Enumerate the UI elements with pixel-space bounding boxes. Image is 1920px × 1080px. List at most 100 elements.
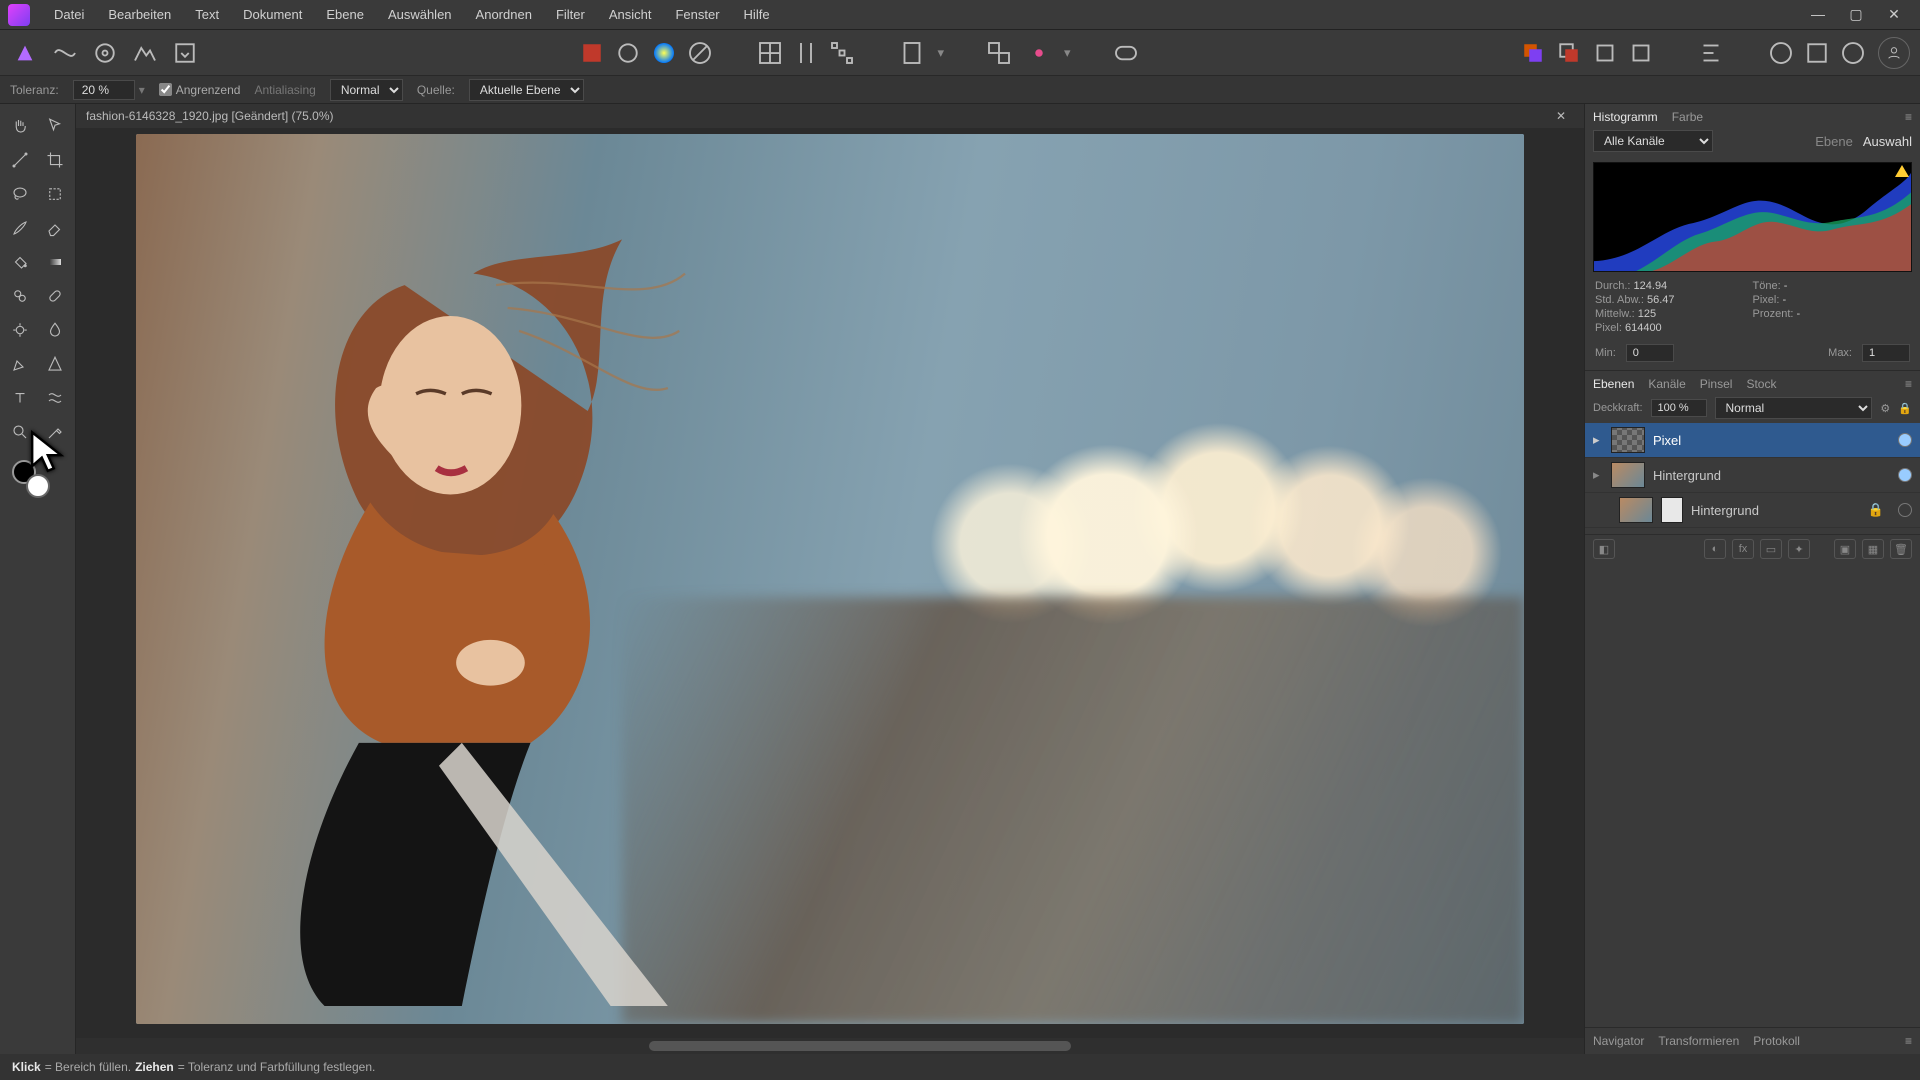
gear-icon[interactable]: ⚙ <box>1880 402 1890 415</box>
text-icon[interactable] <box>4 382 37 414</box>
doc-setup-icon[interactable] <box>897 38 927 68</box>
swatch-stroke-icon[interactable] <box>613 38 643 68</box>
layer-name[interactable]: Pixel <box>1653 433 1681 448</box>
dodge-icon[interactable] <box>4 314 37 346</box>
menu-datei[interactable]: Datei <box>42 0 96 30</box>
source-select[interactable]: Aktuelle Ebene <box>469 79 584 101</box>
add-adjust-icon[interactable]: ◐ <box>1704 539 1726 559</box>
picker-icon[interactable] <box>39 416 72 448</box>
layer-blend-select[interactable]: Normal <box>1715 397 1873 419</box>
account-icon[interactable] <box>1878 37 1910 69</box>
menu-filter[interactable]: Filter <box>544 0 597 30</box>
delete-icon[interactable]: 🗑 <box>1890 539 1912 559</box>
layer-row[interactable]: ▸ Pixel <box>1585 423 1920 458</box>
clone-icon[interactable] <box>4 280 37 312</box>
visibility-toggle-icon[interactable] <box>1898 433 1912 447</box>
background-swatch[interactable] <box>26 474 50 498</box>
minimize-icon[interactable]: — <box>1804 6 1832 23</box>
mode-layer-label[interactable]: Ebene <box>1815 134 1853 149</box>
tab-layers[interactable]: Ebenen <box>1593 377 1634 391</box>
visibility-toggle-icon[interactable] <box>1898 468 1912 482</box>
fill-icon[interactable] <box>4 246 37 278</box>
add-mask-icon[interactable]: ▭ <box>1760 539 1782 559</box>
help-icon[interactable] <box>1838 38 1868 68</box>
snap-grid-icon[interactable] <box>755 38 785 68</box>
lasso-icon[interactable] <box>4 178 37 210</box>
blur-icon[interactable] <box>39 314 72 346</box>
gradient-icon[interactable] <box>39 246 72 278</box>
tab-history[interactable]: Protokoll <box>1753 1034 1800 1048</box>
duplicate-icon[interactable] <box>1554 38 1584 68</box>
document-image[interactable] <box>136 134 1524 1024</box>
marquee-icon[interactable] <box>39 178 72 210</box>
maximize-icon[interactable]: ▢ <box>1842 6 1870 23</box>
heal-icon[interactable] <box>39 280 72 312</box>
snap-guides-icon[interactable] <box>791 38 821 68</box>
menu-anordnen[interactable]: Anordnen <box>464 0 544 30</box>
expand-icon[interactable]: ▸ <box>1593 467 1603 483</box>
contiguous-checkbox[interactable] <box>159 83 172 96</box>
panel-menu-icon[interactable]: ≡ <box>1905 377 1912 391</box>
tab-transform[interactable]: Transformieren <box>1658 1034 1739 1048</box>
menu-hilfe[interactable]: Hilfe <box>732 0 782 30</box>
node-icon[interactable] <box>4 144 37 176</box>
add-fx-icon[interactable]: fx <box>1732 539 1754 559</box>
tolerance-input[interactable] <box>73 80 135 100</box>
chevron-down-icon[interactable]: ▾ <box>1064 45 1071 61</box>
persona-develop-icon[interactable] <box>90 38 120 68</box>
crop-icon[interactable] <box>39 144 72 176</box>
opacity-input[interactable] <box>1651 399 1707 417</box>
shape-icon[interactable] <box>39 348 72 380</box>
document-tab[interactable]: fashion-6146328_1920.jpg [Geändert] (75.… <box>76 104 1584 128</box>
add-pixel-icon[interactable]: ▦ <box>1862 539 1884 559</box>
arrange-icon[interactable] <box>984 38 1014 68</box>
tab-navigator[interactable]: Navigator <box>1593 1034 1644 1048</box>
swatch-color-icon[interactable] <box>649 38 679 68</box>
assistant-icon[interactable] <box>1024 38 1054 68</box>
layer-row[interactable]: Hintergrund 🔒 <box>1585 493 1920 528</box>
menu-fenster[interactable]: Fenster <box>663 0 731 30</box>
add-live-icon[interactable]: ✦ <box>1788 539 1810 559</box>
mesh-icon[interactable] <box>39 382 72 414</box>
max-input[interactable] <box>1862 344 1910 362</box>
lock-icon[interactable]: 🔒 <box>1898 402 1912 415</box>
persona-export-icon[interactable] <box>170 38 200 68</box>
add-layer-icon[interactable] <box>1518 38 1548 68</box>
layer-name[interactable]: Hintergrund <box>1653 468 1721 483</box>
tab-histogram[interactable]: Histogramm <box>1593 110 1658 124</box>
menu-auswaehlen[interactable]: Auswählen <box>376 0 464 30</box>
menu-bearbeiten[interactable]: Bearbeiten <box>96 0 183 30</box>
panel-menu-icon[interactable]: ≡ <box>1905 1034 1912 1048</box>
order-back-icon[interactable] <box>1626 38 1656 68</box>
brush-icon[interactable] <box>4 212 37 244</box>
tab-stock[interactable]: Stock <box>1746 377 1776 391</box>
pen-icon[interactable] <box>4 348 37 380</box>
move-icon[interactable] <box>39 110 72 142</box>
menu-ebene[interactable]: Ebene <box>314 0 376 30</box>
zoom-icon[interactable] <box>4 416 37 448</box>
min-input[interactable] <box>1626 344 1674 362</box>
hand-icon[interactable] <box>4 110 37 142</box>
snap-pixel-icon[interactable] <box>827 38 857 68</box>
chevron-down-icon[interactable]: ▾ <box>139 83 145 97</box>
color-well[interactable] <box>4 456 71 504</box>
group-icon[interactable]: ▣ <box>1834 539 1856 559</box>
visibility-toggle-icon[interactable] <box>1898 503 1912 517</box>
menu-dokument[interactable]: Dokument <box>231 0 314 30</box>
order-front-icon[interactable] <box>1590 38 1620 68</box>
channel-select[interactable]: Alle Kanäle <box>1593 130 1713 152</box>
swatch-none-icon[interactable] <box>685 38 715 68</box>
stock-icon[interactable] <box>1766 38 1796 68</box>
erase-icon[interactable] <box>39 212 72 244</box>
layer-name[interactable]: Hintergrund <box>1691 503 1759 518</box>
horizontal-scrollbar[interactable] <box>76 1038 1584 1054</box>
layer-row[interactable]: ▸ Hintergrund <box>1585 458 1920 493</box>
align-icon[interactable] <box>1696 38 1726 68</box>
close-icon[interactable]: ✕ <box>1880 6 1908 23</box>
persona-tone-icon[interactable] <box>130 38 160 68</box>
quickmask-icon[interactable] <box>1111 38 1141 68</box>
mask-mode-icon[interactable]: ◧ <box>1593 539 1615 559</box>
lock-icon[interactable]: 🔒 <box>1868 502 1884 518</box>
tab-channels[interactable]: Kanäle <box>1648 377 1685 391</box>
persona-photo-icon[interactable] <box>10 38 40 68</box>
